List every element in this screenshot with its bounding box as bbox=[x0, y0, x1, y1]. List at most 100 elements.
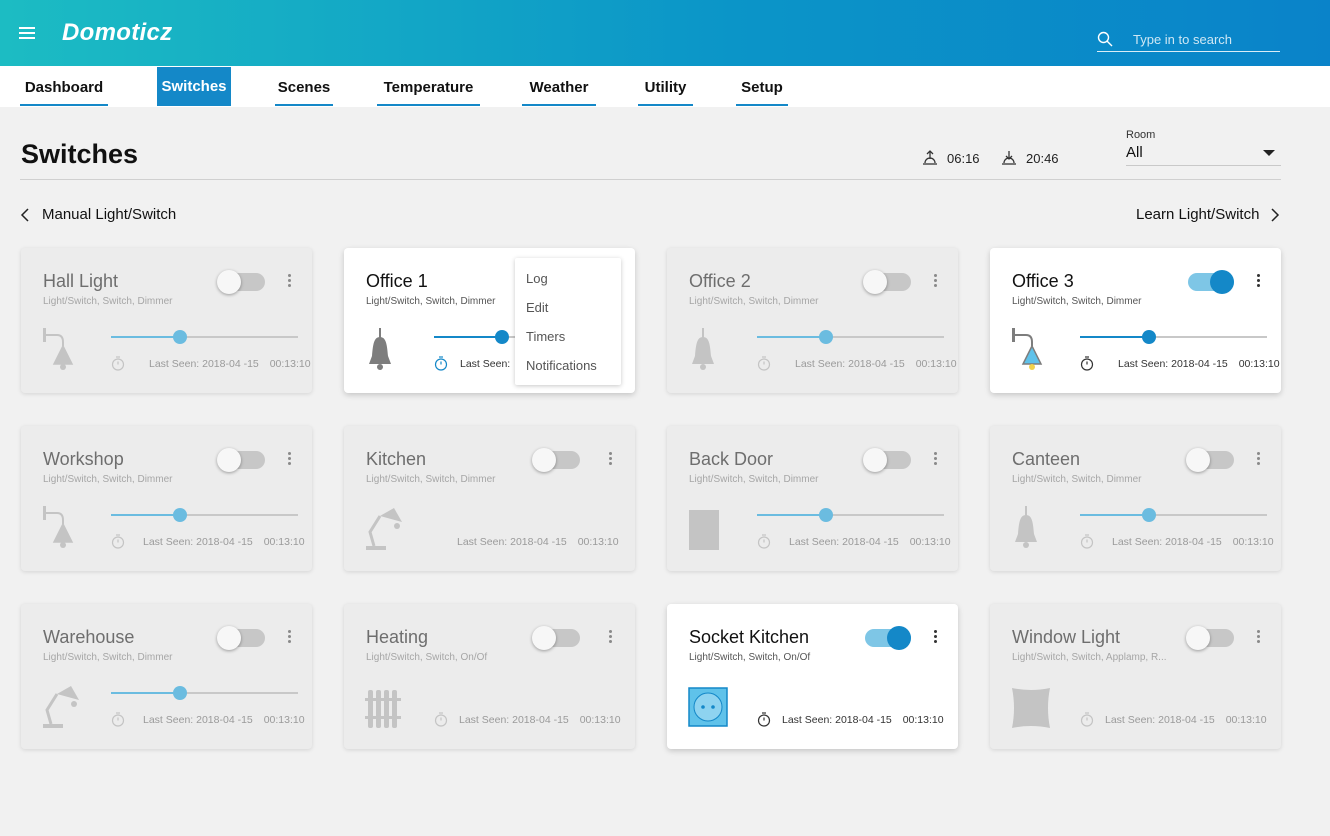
tab-switches[interactable]: Switches bbox=[157, 67, 231, 106]
switch-toggle[interactable] bbox=[863, 270, 911, 294]
switch-card[interactable]: Kitchen Light/Switch, Switch, Dimmer Last… bbox=[344, 426, 635, 571]
switch-card[interactable]: Workshop Light/Switch, Switch, Dimmer Las… bbox=[21, 426, 312, 571]
dimmer-slider[interactable] bbox=[757, 508, 944, 522]
dimmer-slider[interactable] bbox=[111, 686, 298, 700]
switch-card[interactable]: Heating Light/Switch, Switch, On/Of Last … bbox=[344, 604, 635, 749]
clock-icon bbox=[757, 712, 771, 727]
more-options-icon[interactable] bbox=[930, 452, 940, 468]
switch-toggle[interactable] bbox=[532, 626, 580, 650]
clock-icon bbox=[111, 534, 125, 549]
last-seen-label: Last Seen: bbox=[143, 536, 194, 548]
slider-thumb[interactable] bbox=[173, 686, 188, 700]
switch-toggle[interactable] bbox=[217, 270, 265, 294]
switch-toggle[interactable] bbox=[532, 448, 580, 472]
clock-icon bbox=[1080, 712, 1094, 727]
more-options-icon[interactable] bbox=[284, 274, 294, 290]
switch-card[interactable]: Back Door Light/Switch, Switch, Dimmer La… bbox=[667, 426, 958, 571]
clock-icon bbox=[434, 712, 448, 727]
slider-thumb[interactable] bbox=[173, 508, 188, 522]
window-icon bbox=[1010, 684, 1054, 730]
slider-thumb[interactable] bbox=[1142, 330, 1157, 344]
more-options-icon[interactable] bbox=[1253, 274, 1263, 290]
switch-toggle[interactable] bbox=[217, 448, 265, 472]
last-seen-label: Last Seen: bbox=[782, 714, 833, 726]
app-header: Domoticz bbox=[0, 0, 1330, 66]
search-input[interactable] bbox=[1133, 29, 1278, 49]
dimmer-slider[interactable] bbox=[111, 508, 298, 522]
slider-thumb[interactable] bbox=[819, 330, 834, 344]
room-label: Room bbox=[1126, 129, 1156, 141]
more-options-icon[interactable] bbox=[605, 452, 615, 468]
dimmer-slider[interactable] bbox=[1080, 508, 1267, 522]
menu-item-log[interactable]: Log bbox=[526, 271, 548, 286]
switch-type: Light/Switch, Switch, Dimmer bbox=[689, 474, 819, 485]
door-icon bbox=[687, 506, 731, 552]
toggle-knob bbox=[1186, 626, 1210, 650]
switch-toggle[interactable] bbox=[1188, 270, 1234, 294]
main-tabs: Dashboard Switches Scenes Temperature We… bbox=[0, 66, 1330, 107]
last-seen-time: 00:13:10 bbox=[269, 358, 311, 370]
tab-scenes[interactable]: Scenes bbox=[275, 67, 333, 106]
tab-temperature[interactable]: Temperature bbox=[377, 67, 480, 106]
switch-name: Hall Light bbox=[43, 271, 119, 291]
menu-item-edit[interactable]: Edit bbox=[526, 300, 548, 315]
slider-thumb[interactable] bbox=[1142, 508, 1157, 522]
menu-item-timers[interactable]: Timers bbox=[526, 329, 565, 344]
slider-thumb[interactable] bbox=[495, 330, 510, 344]
toggle-knob bbox=[217, 448, 241, 472]
switch-name: Office 2 bbox=[689, 271, 751, 291]
switch-type: Light/Switch, Switch, Applamp, R... bbox=[1012, 652, 1167, 663]
switch-toggle[interactable] bbox=[863, 448, 911, 472]
sunset-value: 20:46 bbox=[1026, 150, 1059, 166]
dimmer-slider[interactable] bbox=[757, 330, 944, 344]
slider-fill bbox=[1080, 336, 1150, 338]
slider-thumb[interactable] bbox=[819, 508, 834, 522]
tab-utility[interactable]: Utility bbox=[638, 67, 693, 106]
more-options-icon[interactable] bbox=[284, 452, 294, 468]
last-seen-date: 2018-04 -15 bbox=[512, 714, 569, 726]
more-options-icon[interactable] bbox=[1253, 452, 1263, 468]
sunset-icon bbox=[1002, 151, 1016, 165]
switch-card[interactable]: Office 3 Light/Switch, Switch, Dimmer Las… bbox=[990, 248, 1281, 393]
last-seen-time: 00:13:10 bbox=[263, 714, 305, 726]
switch-toggle[interactable] bbox=[865, 626, 911, 650]
last-seen-time: 00:13:10 bbox=[577, 536, 619, 548]
switch-name: Heating bbox=[366, 627, 429, 647]
switch-card[interactable]: Window Light Light/Switch, Switch, Applam… bbox=[990, 604, 1281, 749]
more-options-icon[interactable] bbox=[605, 630, 615, 646]
tab-setup[interactable]: Setup bbox=[736, 67, 788, 106]
last-seen-date: 2018-04 -15 bbox=[1171, 358, 1228, 370]
switch-card[interactable]: Office 2 Light/Switch, Switch, Dimmer Las… bbox=[667, 248, 958, 393]
toggle-knob bbox=[1210, 270, 1234, 294]
more-options-icon[interactable] bbox=[930, 630, 940, 646]
learn-light-switch-link[interactable]: Learn Light/Switch bbox=[1136, 206, 1281, 223]
more-options-icon[interactable] bbox=[284, 630, 294, 646]
switch-card[interactable]: Hall Light Light/Switch, Switch, Dimmer L… bbox=[21, 248, 312, 393]
switch-type: Light/Switch, Switch, On/Of bbox=[689, 652, 811, 663]
switch-card[interactable]: Socket Kitchen Light/Switch, Switch, On/O… bbox=[667, 604, 958, 749]
more-options-icon[interactable] bbox=[1253, 630, 1263, 646]
menu-item-notifications[interactable]: Notifications bbox=[526, 358, 597, 373]
tab-dashboard[interactable]: Dashboard bbox=[20, 67, 108, 106]
dimmer-slider[interactable] bbox=[1080, 330, 1267, 344]
switch-type: Light/Switch, Switch, Dimmer bbox=[43, 296, 173, 307]
last-seen-time: 00:13:10 bbox=[1232, 536, 1274, 548]
dimmer-slider[interactable] bbox=[111, 330, 298, 344]
manual-light-switch-link[interactable]: Manual Light/Switch bbox=[20, 206, 176, 223]
last-seen: Last Seen: 2018-04 -15 00:13:10 bbox=[143, 536, 305, 548]
tab-weather[interactable]: Weather bbox=[522, 67, 596, 106]
switch-name: Window Light bbox=[1012, 627, 1121, 647]
toggle-knob bbox=[532, 448, 556, 472]
switch-toggle[interactable] bbox=[1186, 626, 1234, 650]
switch-card[interactable]: Canteen Light/Switch, Switch, Dimmer Last… bbox=[990, 426, 1281, 571]
more-options-icon[interactable] bbox=[930, 274, 940, 290]
switch-card[interactable]: Warehouse Light/Switch, Switch, Dimmer La… bbox=[21, 604, 312, 749]
menu-icon[interactable] bbox=[19, 27, 35, 39]
switch-toggle[interactable] bbox=[1186, 448, 1234, 472]
clock-icon bbox=[1080, 356, 1094, 371]
search-icon[interactable] bbox=[1097, 31, 1113, 47]
room-select[interactable]: All bbox=[1126, 144, 1281, 166]
switch-toggle[interactable] bbox=[217, 626, 265, 650]
slider-thumb[interactable] bbox=[173, 330, 188, 344]
desk-lamp-icon bbox=[364, 506, 408, 552]
